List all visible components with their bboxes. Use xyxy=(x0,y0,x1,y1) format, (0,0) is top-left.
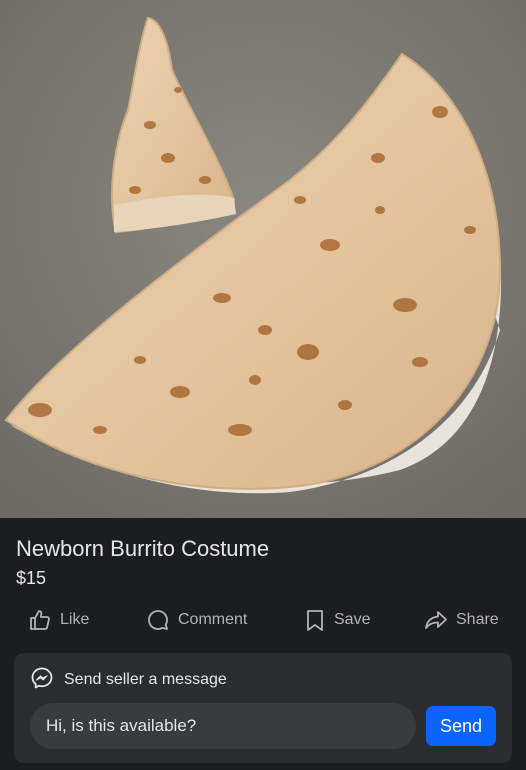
like-label: Like xyxy=(60,611,90,628)
messenger-icon xyxy=(30,666,54,695)
thumbs-up-icon xyxy=(28,608,52,632)
bookmark-icon xyxy=(304,608,326,632)
share-button[interactable]: Share xyxy=(424,604,499,636)
message-header-label: Send seller a message xyxy=(64,671,227,688)
share-icon xyxy=(424,608,448,632)
save-button[interactable]: Save xyxy=(304,604,370,636)
burrito-blanket-image xyxy=(0,0,526,518)
listing-price: $15 xyxy=(16,568,47,588)
share-label: Share xyxy=(456,611,499,628)
message-header: Send seller a message xyxy=(30,667,227,693)
save-label: Save xyxy=(334,611,371,628)
comment-label: Comment xyxy=(178,611,248,628)
listing-info: Newborn Burrito Costume $15 Like Comment xyxy=(0,518,526,770)
message-input[interactable]: Hi, is this available? xyxy=(30,703,416,749)
like-button[interactable]: Like xyxy=(28,604,89,636)
action-bar: Like Comment Save Share xyxy=(0,604,526,636)
comment-icon xyxy=(146,608,170,632)
listing-title: Newborn Burrito Costume xyxy=(16,536,270,561)
comment-button[interactable]: Comment xyxy=(146,604,247,636)
listing-photo[interactable] xyxy=(0,0,526,518)
message-input-text: Hi, is this available? xyxy=(46,716,197,735)
send-button[interactable]: Send xyxy=(426,706,496,746)
message-seller-panel: Send seller a message Hi, is this availa… xyxy=(14,653,512,763)
